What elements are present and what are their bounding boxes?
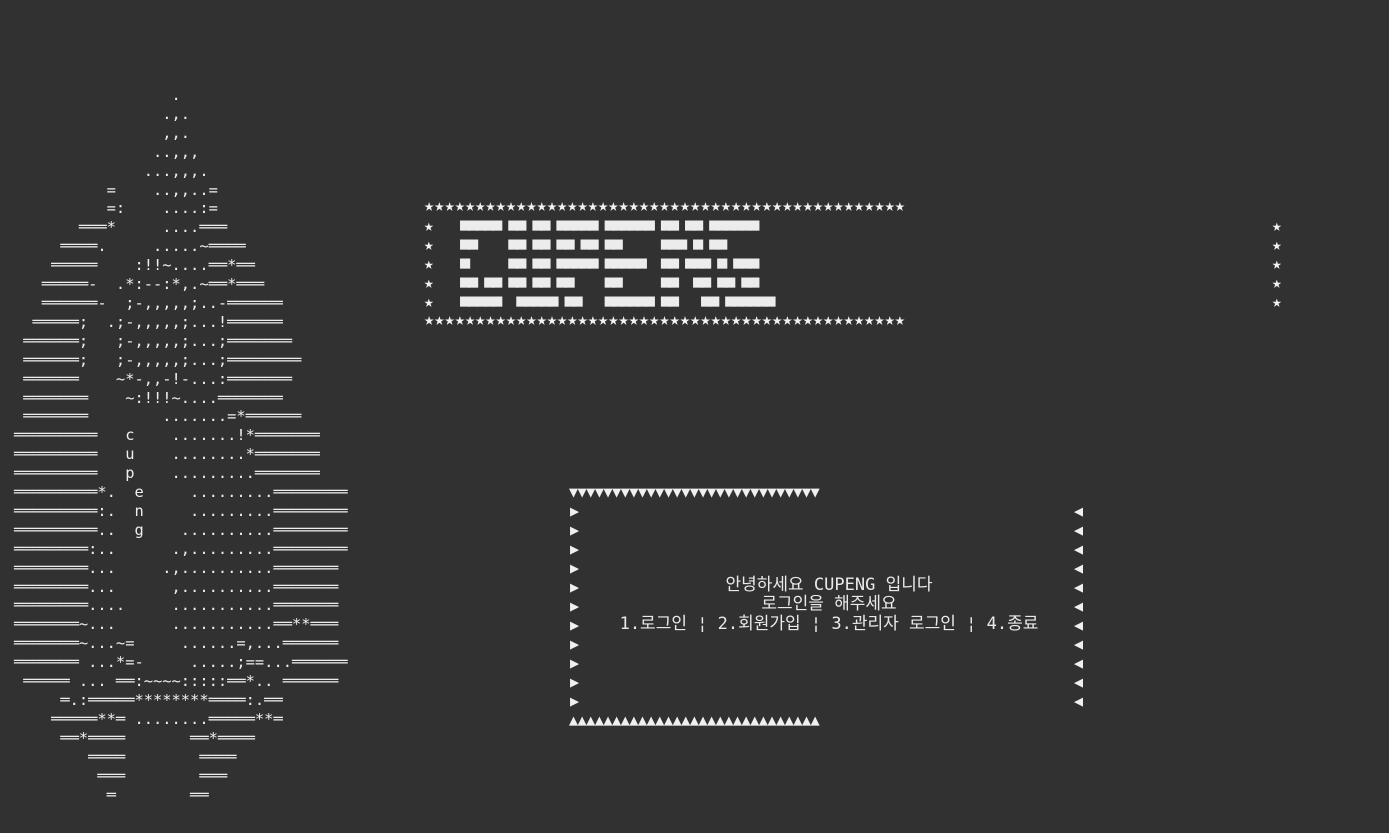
menu-side-marker-left: ▶	[570, 540, 580, 558]
ascii-art-line: ═══ ═══	[14, 766, 228, 785]
ascii-art-line: ════ ════	[14, 747, 237, 766]
menu-side-marker-left: ▶	[570, 502, 580, 520]
ascii-art-line: ═ ══	[14, 785, 209, 804]
console-window: . .,. ,,. ..,,, ...,,,. = ..,,..= =: ...…	[0, 0, 1389, 833]
banner-letter-row: ■■ ■■ ■■ ■■ ■■ ■■ ■■■ ■ ■■	[460, 234, 727, 254]
ascii-art-line: ═══════ ...*=- .....;==...══════	[14, 653, 348, 672]
banner-side-star-left: ★	[424, 273, 434, 292]
banner-side-star-right: ★	[1272, 273, 1282, 292]
ascii-art-line: ════════... .,..........═══════	[14, 558, 339, 577]
ascii-art-line: ═══════ .......=*══════	[14, 407, 302, 426]
ascii-art-line: ..,,,	[14, 142, 200, 161]
ascii-art-line: ═══════ ~:!!!~....═══════	[14, 388, 283, 407]
ascii-art-line: .,.	[14, 104, 191, 123]
menu-side-marker-right: ◀	[1074, 673, 1084, 691]
banner-letter-row: ■ ■■ ■■ ■■■■■ ■■■■■ ■■ ■■■ ■ ■■■	[460, 253, 759, 273]
ascii-art-line: ════════:.. .,.........════════	[14, 539, 348, 558]
banner-side-star-left: ★	[424, 235, 434, 254]
ascii-art-line: ══════- ;-,,,,,;..-══════	[14, 293, 283, 312]
banner-letter-row: ■■ ■■ ■■ ■■ ■■ ■■ ■■ ■■ ■■ ■■	[460, 272, 759, 292]
banner-side-star-right: ★	[1272, 216, 1282, 235]
ascii-art-line: ═══════~...~= ......=,...══════	[14, 634, 339, 653]
menu-side-marker-left: ▶	[570, 692, 580, 710]
menu-options-text: 1.로그인 ¦ 2.회원가입 ¦ 3.관리자 로그인 ¦ 4.종료	[619, 614, 1039, 634]
main-menu-box: ▼▼▼▼▼▼▼▼▼▼▼▼▼▼▼▼▼▼▼▼▼▼▼▼▼▼▼▼▼ ▶ ◀ ▶ ◀ ▶ ◀ ▶ ◀ ▶ ◀…	[569, 483, 1089, 729]
ascii-art-logo: . .,. ,,. ..,,, ...,,,. = ..,,..= =: ...…	[14, 86, 348, 804]
ascii-art-line: .	[14, 86, 181, 104]
ascii-art-line: = ..,,..=	[14, 180, 218, 199]
menu-side-marker-left: ▶	[570, 673, 580, 691]
menu-side-marker-left: ▶	[570, 521, 580, 539]
login-prompt-text: 로그인을 해주세요	[761, 594, 897, 614]
banner-side-star-left: ★	[424, 254, 434, 273]
greeting-text: 안녕하세요 CUPENG 입니다	[725, 575, 933, 595]
ascii-art-line: ═════- .*:--:*,.~══*═══	[14, 275, 265, 294]
ascii-art-line: ═.:═════********════:.══	[14, 691, 283, 709]
ascii-art-line: ══*════ ══*════	[14, 728, 255, 747]
ascii-art-line: =: ....:=	[14, 199, 218, 218]
ascii-art-line: ══════ ~*-,,-!-...:═══════	[14, 369, 292, 388]
menu-bottom-border: ▲▲▲▲▲▲▲▲▲▲▲▲▲▲▲▲▲▲▲▲▲▲▲▲▲▲▲▲▲	[569, 711, 820, 729]
ascii-art-line: ═════════*. e .........════════	[14, 483, 348, 502]
ascii-art-line: ═════════ c .......!*═══════	[14, 426, 320, 445]
ascii-art-line: ══════; ;-,,,,,;...;═══════	[14, 331, 292, 350]
banner-star-border-top: ★★★★★★★★★★★★★★★★★★★★★★★★★★★★★★★★★★★★★★★★…	[424, 196, 906, 216]
ascii-art-line: ═════════ p .........═══════	[14, 464, 320, 483]
ascii-art-line: ═════; .;-,,,,,;...!══════	[14, 312, 283, 331]
banner-side-star-right: ★	[1272, 235, 1282, 254]
ascii-art-line: ═══════~... ...........══**═══	[14, 615, 339, 634]
ascii-art-line: ════════... ,..........═══════	[14, 577, 339, 596]
banner-letter-row: ■■■■■ ■■ ■■ ■■■■■ ■■■■■■ ■■ ■■ ■■■■■■	[460, 215, 759, 235]
ascii-art-line: ...,,,.	[14, 161, 209, 180]
menu-side-marker-left: ▶	[570, 635, 580, 653]
menu-side-marker-right: ◀	[1074, 540, 1084, 558]
ascii-art-line: ═════════ u ........*═══════	[14, 445, 320, 464]
banner-side-star-right: ★	[1272, 254, 1282, 273]
menu-side-marker-left: ▶	[570, 654, 580, 672]
menu-side-marker-right: ◀	[1074, 635, 1084, 653]
ascii-art-line: ════════.... ...........═══════	[14, 596, 339, 615]
menu-side-marker-right: ◀	[1074, 692, 1084, 710]
ascii-art-line: ════. .....~════	[14, 237, 246, 256]
banner-side-star-left: ★	[424, 216, 434, 235]
ascii-art-line: ,,.	[14, 123, 191, 142]
ascii-art-line: ═══* ....═══	[14, 218, 228, 237]
ascii-art-line: ═════════.. g ..........════════	[14, 520, 348, 539]
ascii-art-line: ══════; ;-,,,,,;...;════════	[14, 350, 302, 369]
ascii-art-line: ═════ :!!~....══*══	[14, 256, 255, 275]
banner-star-border-bottom: ★★★★★★★★★★★★★★★★★★★★★★★★★★★★★★★★★★★★★★★★…	[424, 310, 906, 330]
menu-side-marker-right: ◀	[1074, 502, 1084, 520]
banner-letter-row: ■■■■■ ■■■■■ ■■ ■■■■■■ ■■ ■■ ■■■■■■	[460, 291, 776, 311]
menu-side-marker-right: ◀	[1074, 654, 1084, 672]
banner-side-star-right: ★	[1272, 292, 1282, 311]
ascii-art-line: ═════════:. n .........════════	[14, 501, 348, 520]
cupeng-banner: ★★★★★★★★★★★★★★★★★★★★★★★★★★★★★★★★★★★★★★★★…	[424, 197, 1288, 331]
ascii-art-line: ═════**═ ........═════**═	[14, 709, 283, 728]
banner-side-star-left: ★	[424, 292, 434, 311]
ascii-art-line: ═════ ... ══:~~~~:::::══*.. ══════	[14, 672, 339, 691]
menu-side-marker-right: ◀	[1074, 521, 1084, 539]
menu-top-border: ▼▼▼▼▼▼▼▼▼▼▼▼▼▼▼▼▼▼▼▼▼▼▼▼▼▼▼▼▼	[569, 483, 820, 501]
